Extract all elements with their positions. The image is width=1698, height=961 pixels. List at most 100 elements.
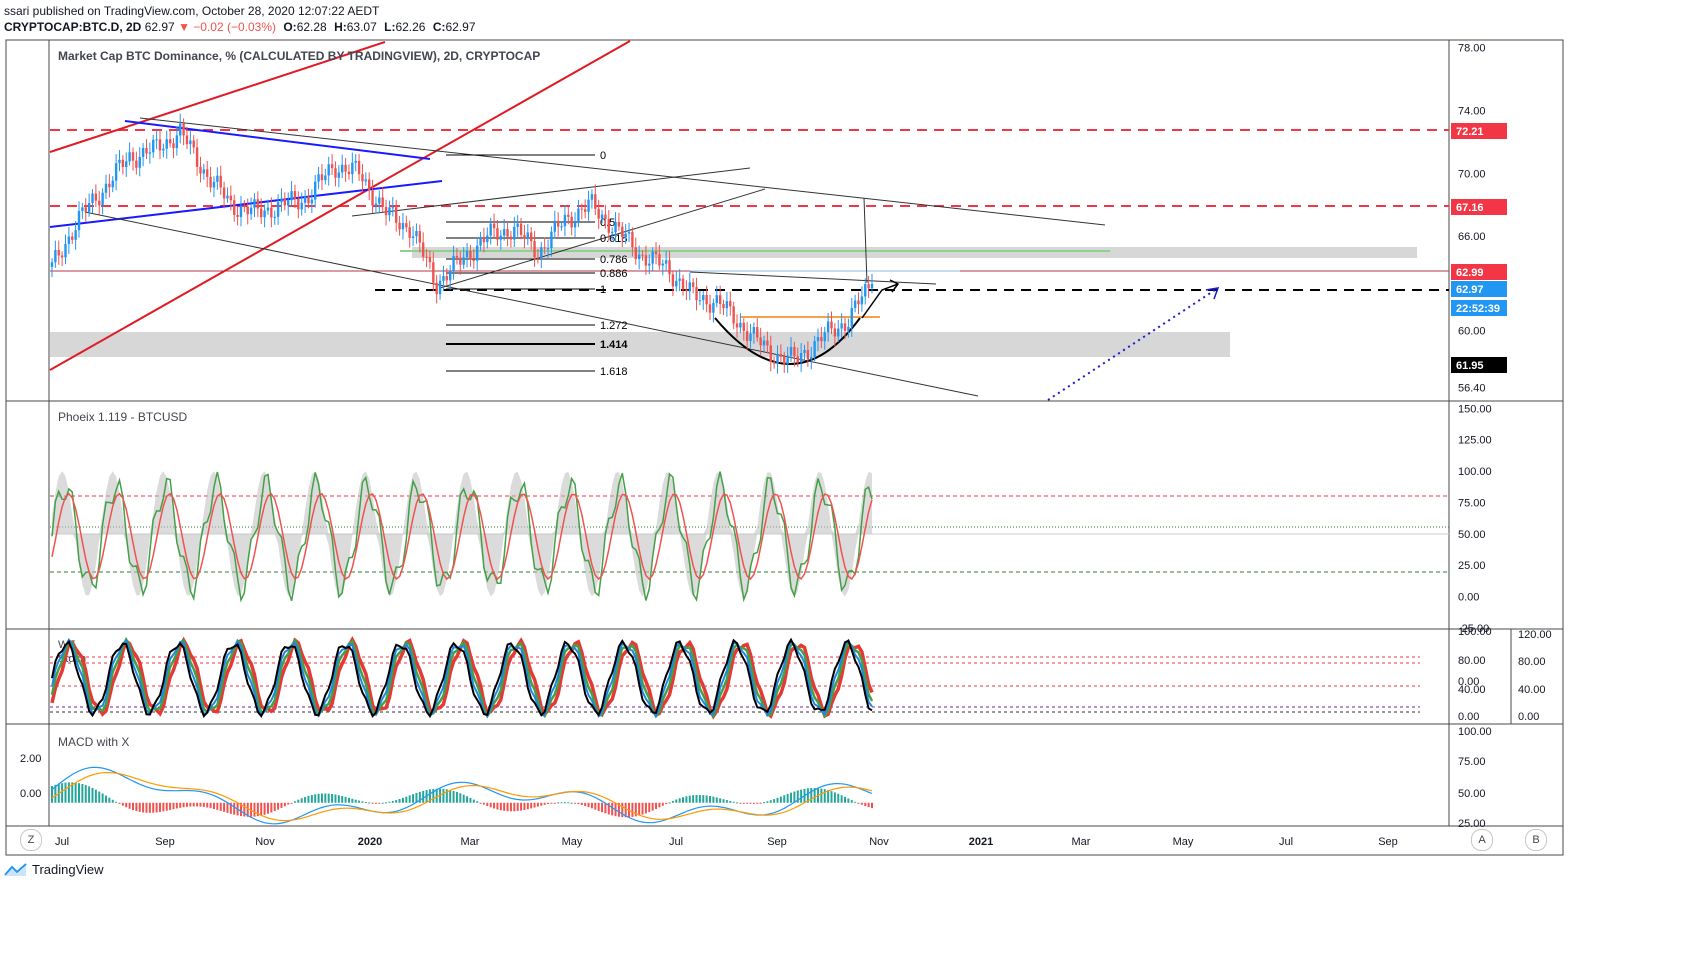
candle-body [273,216,276,218]
candle-body [57,250,60,256]
macd-histogram-bar [98,791,101,803]
candle-body [111,180,114,188]
macd-histogram-bar [685,796,688,803]
candle-body [681,278,685,290]
candle-body [789,346,793,356]
candle-body [786,355,789,364]
candle-body [492,223,496,229]
candle-body [172,143,175,149]
candle-body [77,210,81,231]
macd-histogram-bar [94,789,97,803]
wt-pane[interactable]: WT Stoch [50,636,1420,720]
macd-histogram-bar [688,795,691,803]
candle-body [587,199,590,212]
y-tick-label: 100.00 [1458,466,1492,478]
candle-body [560,226,563,228]
macd-histogram-bar [395,800,398,803]
macd-histogram-bar [729,800,732,803]
candle-body [540,247,543,258]
candle-body [128,152,131,162]
candle-body [735,323,739,328]
candle-body [125,161,128,168]
candle-body [617,221,621,227]
axes-group: 78.0074.0070.0068.0066.0064.0060.0056.40… [20,42,1552,848]
candle-body [314,181,317,200]
macd-histogram-bar [857,802,860,804]
macd-pane[interactable]: MACD with X [51,735,873,825]
macd-histogram-bar [503,802,506,811]
chart-frame [5,39,1564,856]
macd-histogram-bar [547,802,550,805]
y-tick-label: 40.00 [1458,684,1486,696]
candle-body [118,159,121,164]
y-tick-label: 50.00 [1458,788,1486,800]
candle-body [496,228,499,240]
macd-histogram-bar [486,802,489,806]
candle-body [425,256,428,258]
candle-body [577,208,580,223]
candle-body [108,183,111,188]
auto-scale-button[interactable]: A [1471,829,1493,851]
macd-histogram-bar [331,794,334,803]
macd-histogram-bar [833,792,836,803]
macd-histogram-bar [297,799,300,803]
macd-line [51,766,873,825]
candle-body [121,159,125,168]
zoom-button-z[interactable]: Z [20,829,42,851]
macd-histogram-bar [118,802,121,804]
candle-body [155,139,158,141]
candle-body [222,187,226,199]
macd-histogram-bar [553,802,556,804]
macd-histogram-bar [108,797,111,803]
macd-histogram-bar [580,802,583,805]
candle-body [361,174,364,182]
macd-histogram-bar [368,802,371,804]
macd-histogram-bar [371,802,374,804]
candle-body [857,300,860,305]
macd-histogram-bar [196,802,199,807]
phoeix-pane[interactable]: Phoeix 1.119 - BTCUSD [50,410,1449,603]
main-drawings[interactable]: 0 0.5 0.618 0.786 0.886 1 1.272 1.414 1.… [49,40,1449,401]
macd-histogram-bar [742,802,745,804]
candle-body [260,208,263,218]
candle-body [293,191,297,200]
candle-body [114,163,118,181]
candle-body [864,284,867,297]
macd-histogram-bar [412,794,415,803]
macd-histogram-bar [702,795,705,803]
macd-histogram-bar [840,795,843,803]
second-scale-button[interactable]: B [1525,829,1547,851]
candle-body [199,166,202,174]
candle-body [502,229,506,236]
candle-body [826,321,830,333]
macd-histogram-bar [310,794,313,803]
candle-body [236,214,239,217]
candle-body [347,171,351,175]
candle-body [732,306,735,324]
candle-body [816,337,820,342]
macd-histogram-bar [820,788,823,803]
macd-histogram-bar [759,802,762,804]
macd-histogram-bar [725,800,728,803]
macd-histogram-bar [131,802,134,811]
macd-histogram-bar [148,802,151,813]
candle-body [364,179,368,182]
chart-canvas[interactable]: 0 0.5 0.618 0.786 0.886 1 1.272 1.414 1.… [0,0,1568,887]
candle-body [847,326,850,331]
macd-histogram-bar [648,802,651,813]
candle-body [405,223,408,228]
candle-body [654,251,658,255]
candle-body [243,206,246,208]
macd-histogram-bar [199,802,202,807]
macd-histogram-bar [280,802,283,808]
candle-body [590,194,594,200]
candle-body [368,179,371,191]
candle-body [779,354,783,357]
candle-body [870,283,874,289]
candle-body [351,162,354,175]
candle-body [820,337,823,342]
macd-histogram-bar [344,796,347,803]
candle-body [185,135,189,145]
candle-body [371,190,374,206]
macd-histogram-bar [557,802,560,804]
